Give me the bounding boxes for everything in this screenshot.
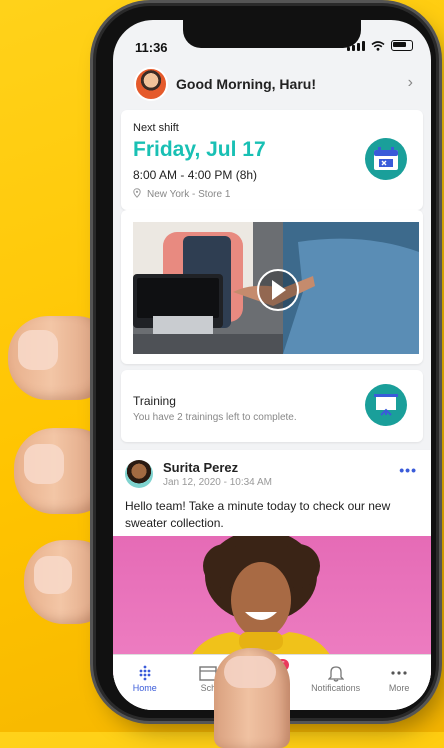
post-text: Hello team! Take a minute today to check…	[125, 499, 391, 530]
video-card[interactable]	[121, 210, 423, 364]
author-avatar[interactable]	[125, 460, 153, 488]
training-subtitle: You have 2 trainings left to complete.	[133, 412, 297, 423]
thumb	[214, 648, 290, 748]
wifi-icon	[371, 40, 385, 51]
signal-icon	[347, 40, 365, 51]
shift-label: Next shift	[133, 122, 179, 134]
shift-location-text: New York - Store 1	[147, 189, 231, 200]
calendar-icon[interactable]	[365, 138, 407, 180]
greeting-header[interactable]: Good Morning, Haru! ›	[113, 62, 431, 106]
video-thumbnail[interactable]	[133, 222, 419, 354]
chevron-right-icon[interactable]: ›	[408, 74, 413, 92]
bell-icon	[327, 663, 344, 683]
shift-date: Friday, Jul 17	[133, 138, 266, 161]
app-screen: 11:36 Good Morning, Haru! › Next shift F…	[113, 20, 431, 710]
post-timestamp: Jan 12, 2020 - 10:34 AM	[163, 477, 272, 488]
status-time: 11:36	[135, 40, 168, 55]
training-card[interactable]: Training You have 2 trainings left to co…	[121, 370, 423, 442]
presentation-board-icon[interactable]	[365, 384, 407, 426]
location-pin-icon	[133, 188, 141, 198]
shift-time: 8:00 AM - 4:00 PM (8h)	[133, 168, 258, 182]
tab-notifications-label: Notifications	[311, 683, 361, 693]
home-icon	[137, 663, 153, 683]
battery-icon	[391, 40, 413, 51]
tab-more-label: More	[388, 683, 410, 693]
avatar[interactable]	[134, 67, 168, 101]
post-author[interactable]: Surita Perez	[163, 460, 238, 475]
greeting-text: Good Morning, Haru!	[176, 76, 316, 92]
notch	[183, 20, 361, 48]
more-options-icon[interactable]: •••	[399, 462, 417, 478]
next-shift-card[interactable]: Next shift Friday, Jul 17 8:00 AM - 4:00…	[121, 110, 423, 210]
play-icon[interactable]	[257, 269, 299, 311]
more-icon	[390, 663, 408, 683]
tab-more[interactable]: More	[369, 663, 429, 693]
training-title: Training	[133, 394, 176, 408]
tab-home[interactable]: Home	[115, 663, 175, 693]
tab-home-label: Home	[132, 683, 157, 693]
shift-location: New York - Store 1	[133, 188, 230, 200]
tab-notifications[interactable]: Notifications	[306, 663, 366, 693]
status-icons	[347, 40, 413, 51]
